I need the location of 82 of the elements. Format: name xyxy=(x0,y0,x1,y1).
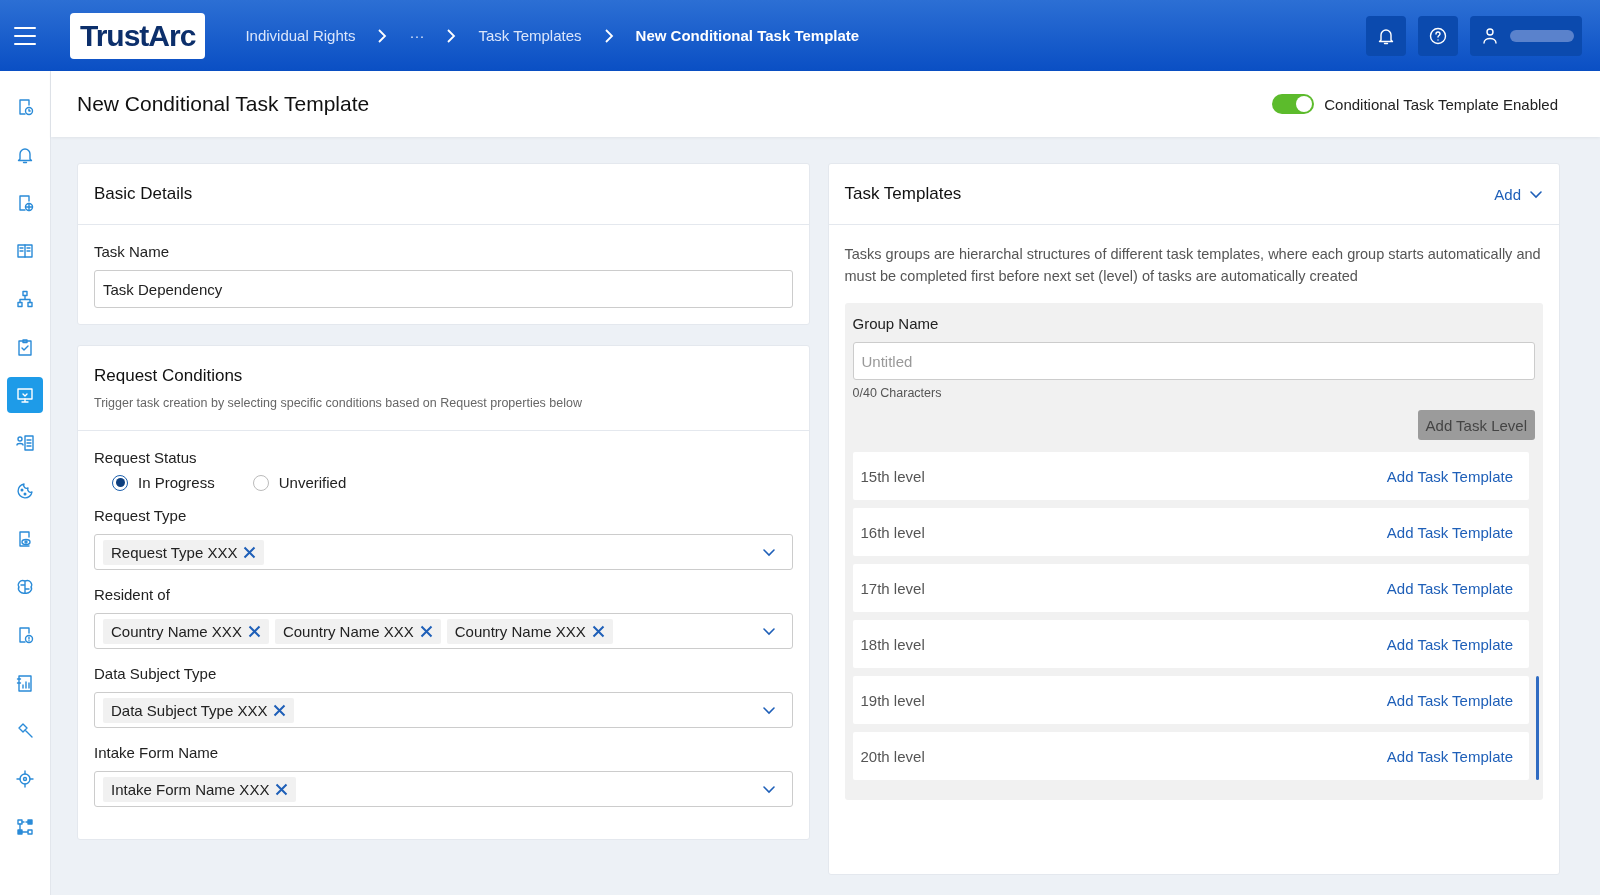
radio-option[interactable]: In Progress xyxy=(112,474,215,491)
multiselect-field[interactable]: Data Subject Type XXX xyxy=(94,692,793,728)
selected-tag: Country Name XXX xyxy=(274,618,441,644)
radio-option[interactable]: Unverified xyxy=(252,474,347,491)
multiselect-field[interactable]: Request Type XXX xyxy=(94,534,793,570)
multiselect-field[interactable]: Country Name XXX Country Name XXX Country Name XXX xyxy=(94,613,793,649)
task-name-field[interactable]: Task Dependency xyxy=(94,270,793,308)
breadcrumb-link[interactable]: ··· xyxy=(409,27,425,44)
breadcrumb-link[interactable]: New Conditional Task Template xyxy=(635,27,860,44)
workflow-icon xyxy=(15,817,35,837)
card-title: Task Templates xyxy=(844,184,962,204)
chevron-right-icon xyxy=(603,28,614,43)
field-label: Intake Form Name xyxy=(94,744,220,761)
bell-icon xyxy=(15,145,35,165)
description-text: Tasks groups are hierarchal structures of different task templates, where each group starts automatically and must be completed first before next set (level) of tasks are automatically created xyxy=(844,245,1542,286)
hierarchy-icon xyxy=(15,289,35,309)
level-name: 20th level xyxy=(860,747,925,765)
selected-tag: Data Subject Type XXX xyxy=(103,697,295,723)
field-label: Data Subject Type xyxy=(94,665,218,682)
character-counter: 0/40 Characters xyxy=(852,386,943,400)
close-icon xyxy=(591,624,605,638)
help-button[interactable] xyxy=(1418,15,1458,56)
field-label: Resident of xyxy=(94,586,171,603)
close-icon xyxy=(243,545,257,559)
book-icon xyxy=(15,241,35,261)
person-list-icon xyxy=(15,433,35,453)
add-button[interactable]: Add xyxy=(1494,185,1543,203)
card-title: Basic Details xyxy=(94,184,193,204)
remove-button[interactable] xyxy=(419,624,433,638)
selected-tag: Request Type XXX xyxy=(103,539,265,565)
close-icon xyxy=(273,703,287,717)
breadcrumb-link[interactable]: Task Templates xyxy=(478,27,582,44)
field-label: Task Name xyxy=(94,243,171,260)
menu-button[interactable] xyxy=(14,26,36,45)
selected-tag: Intake Form Name XXX xyxy=(103,776,297,802)
field-label: Request Status xyxy=(94,449,198,466)
cookie-icon xyxy=(15,481,35,501)
level-name: 16th level xyxy=(860,523,925,541)
card-title: Request Conditions xyxy=(94,366,243,385)
scrollbar-thumb[interactable] xyxy=(1536,676,1539,780)
add-task-template-link[interactable]: Add Task Template xyxy=(1386,523,1513,541)
add-task-template-link[interactable]: Add Task Template xyxy=(1386,579,1513,597)
close-icon xyxy=(275,782,289,796)
sidebar-item[interactable] xyxy=(7,377,43,413)
help-icon xyxy=(1428,25,1448,46)
add-task-template-link[interactable]: Add Task Template xyxy=(1386,747,1513,765)
group-name-field[interactable]: Untitled xyxy=(852,342,1535,380)
remove-button[interactable] xyxy=(275,782,289,796)
close-icon xyxy=(247,624,261,638)
notifications-button[interactable] xyxy=(1366,15,1406,56)
level-name: 15th level xyxy=(860,467,925,485)
page-title: New Conditional Task Template xyxy=(77,92,370,116)
level-name: 17th level xyxy=(860,579,925,597)
selected-tag: Country Name XXX xyxy=(103,618,269,644)
monitor-icon xyxy=(15,385,35,405)
level-name: 19th level xyxy=(860,691,925,709)
level-name: 18th level xyxy=(860,635,925,653)
logo: TrustArc xyxy=(70,12,206,59)
clipboard-check-icon xyxy=(15,337,35,357)
report-chart-icon xyxy=(15,673,35,693)
toggle-switch[interactable] xyxy=(1272,94,1315,114)
selected-tag: Country Name XXX xyxy=(446,618,613,644)
add-task-template-link[interactable]: Add Task Template xyxy=(1386,691,1513,709)
field-label: Group Name xyxy=(852,315,940,332)
add-task-template-link[interactable]: Add Task Template xyxy=(1386,635,1513,653)
card-subtitle: Trigger task creation by selecting specific conditions based on Request properties below xyxy=(94,396,583,410)
remove-button[interactable] xyxy=(243,545,257,559)
user-icon xyxy=(1480,25,1500,46)
remove-button[interactable] xyxy=(247,624,261,638)
user-button[interactable] xyxy=(1470,15,1582,56)
add-task-template-link[interactable]: Add Task Template xyxy=(1386,467,1513,485)
close-icon xyxy=(419,624,433,638)
remove-button[interactable] xyxy=(591,624,605,638)
toggle-label: Conditional Task Template Enabled xyxy=(1324,95,1558,113)
multiselect-field[interactable]: Intake Form Name XXX xyxy=(94,771,793,807)
chevron-right-icon xyxy=(446,28,457,43)
target-icon xyxy=(15,769,35,789)
field-label: Request Type xyxy=(94,507,188,524)
breadcrumb-link[interactable]: Individual Rights xyxy=(245,27,356,44)
brain-icon xyxy=(15,577,35,597)
chevron-right-icon xyxy=(377,28,388,43)
remove-button[interactable] xyxy=(273,703,287,717)
